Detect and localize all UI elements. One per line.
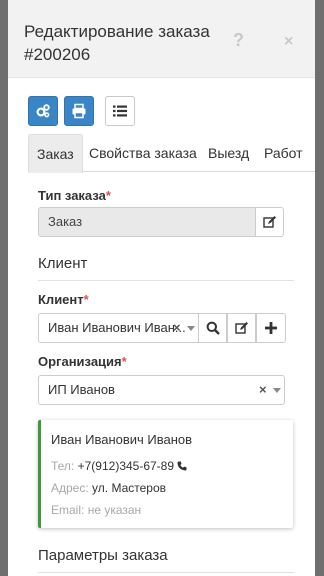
clear-organization-icon[interactable]: × [259,376,267,404]
client-card-name: Иван Иванович Иванов [51,432,193,447]
email-value: не указан [87,503,142,517]
address-label: Адрес: [51,481,89,495]
client-email-row: Email: не указан [51,503,141,517]
chevron-down-icon [187,326,195,331]
clear-client-icon[interactable]: × [173,314,181,342]
address-value: ул. Мастеров [92,481,166,495]
client-label-text: Клиент [38,292,84,307]
tab-bar: Заказ Свойства заказа Выезд Работ [28,134,315,173]
edit-order-type-button[interactable] [255,207,284,237]
organization-select[interactable]: ИП Иванов × [38,375,285,405]
tab-works[interactable]: Работ [264,134,303,172]
list-button[interactable] [105,96,135,126]
organization-select-value: ИП Иванов [48,382,115,397]
modal-title: Редактирование заказа #200206 [24,22,210,64]
edit-client-button[interactable] [227,313,256,343]
divider [38,572,294,573]
order-edit-modal: Редактирование заказа #200206 ? × Заказ … [8,0,315,576]
tab-order[interactable]: Заказ [28,134,83,173]
edit-icon [262,216,276,228]
chevron-down-icon [273,388,281,393]
tab-order-properties[interactable]: Свойства заказа [89,134,197,172]
email-label: Email: [51,503,85,517]
client-section-title: Клиент [38,255,88,272]
organization-label: Организация* [38,354,127,369]
order-type-label-text: Тип заказа [38,188,106,203]
phone-icon [177,461,187,471]
order-type-field: Заказ [38,207,264,237]
phone-label: Тел: [51,459,75,473]
gears-icon [36,104,50,118]
order-type-label: Тип заказа* [38,188,111,203]
client-label: Клиент* [38,292,89,307]
settings-button[interactable] [28,96,58,126]
plus-icon [265,322,277,334]
required-mark: * [105,188,111,203]
search-client-button[interactable] [198,313,227,343]
divider [38,280,294,281]
edit-icon [234,322,248,334]
order-params-section-title: Параметры заказа [38,547,168,564]
close-icon[interactable]: × [284,33,293,51]
list-icon [113,105,127,117]
phone-value[interactable]: +7(912)345-67-89 [78,459,174,473]
required-mark: * [83,292,89,307]
modal-header: Редактирование заказа #200206 ? × [8,0,315,78]
client-info-card: Иван Иванович Иванов Тел: +7(912)345-67-… [38,420,293,528]
client-select[interactable]: Иван Иванович Иван... × [38,313,207,343]
print-icon [72,103,86,119]
client-address-row: Адрес: ул. Мастеров [51,481,166,495]
search-icon [206,321,220,335]
tab-visit[interactable]: Выезд [208,134,249,172]
organization-label-text: Организация [38,354,122,369]
help-icon[interactable]: ? [233,30,244,51]
add-client-button[interactable] [256,313,286,343]
required-mark: * [121,354,127,369]
client-select-value: Иван Иванович Иван... [48,320,186,335]
client-phone-row: Тел: +7(912)345-67-89 [51,459,187,473]
print-button[interactable] [64,96,94,126]
